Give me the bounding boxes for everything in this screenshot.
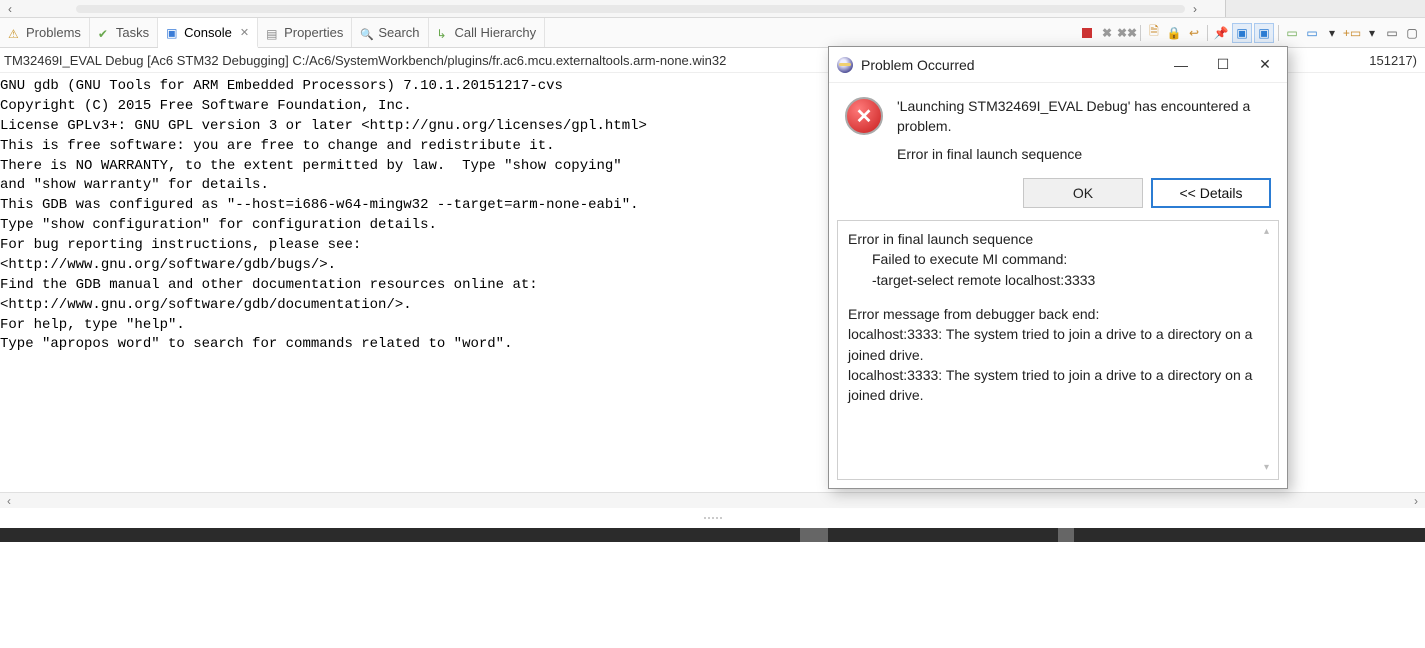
tab-properties[interactable]: Properties bbox=[258, 18, 352, 47]
sash-handle[interactable] bbox=[678, 514, 748, 522]
tab-label: Properties bbox=[284, 25, 343, 40]
dialog-titlebar[interactable]: Problem Occurred — ☐ ✕ bbox=[829, 47, 1287, 83]
tab-label: Problems bbox=[26, 25, 81, 40]
separator bbox=[1278, 25, 1279, 41]
scroll-up-arrow-icon[interactable]: ▴ bbox=[1264, 225, 1276, 240]
remove-launch-button[interactable]: ✖ bbox=[1098, 24, 1116, 42]
error-icon: ✕ bbox=[845, 97, 883, 135]
tasks-icon bbox=[98, 26, 112, 40]
stop-icon bbox=[1082, 28, 1092, 38]
tab-tasks[interactable]: Tasks bbox=[90, 18, 158, 47]
adjacent-pane-stub bbox=[1225, 0, 1425, 17]
problems-icon bbox=[8, 26, 22, 40]
new-console-dropdown-icon[interactable]: ▾ bbox=[1363, 24, 1381, 42]
button-label: OK bbox=[1073, 185, 1093, 201]
window-close-button[interactable]: ✕ bbox=[1251, 56, 1279, 73]
maximize-view-button[interactable]: ▢ bbox=[1403, 24, 1421, 42]
minimize-view-button[interactable]: ▭ bbox=[1383, 24, 1401, 42]
remove-all-button[interactable]: ✖✖ bbox=[1118, 24, 1136, 42]
tab-label: Console bbox=[184, 25, 232, 40]
status-chunk bbox=[1058, 528, 1074, 542]
tab-call-hierarchy[interactable]: Call Hierarchy bbox=[429, 18, 546, 47]
word-wrap-button[interactable]: ↩ bbox=[1185, 24, 1203, 42]
show-on-stderr-button[interactable]: ▣ bbox=[1254, 23, 1274, 43]
dialog-button-row: OK << Details bbox=[829, 170, 1287, 220]
clear-console-button[interactable]: 🗎 bbox=[1145, 24, 1163, 42]
scroll-left-arrow-icon[interactable]: ‹ bbox=[0, 494, 18, 508]
scrollbar-track[interactable] bbox=[76, 5, 1185, 13]
tab-label: Search bbox=[378, 25, 419, 40]
console-toolbar: ✖ ✖✖ 🗎 🔒 ↩ 📌 ▣ ▣ ▭ ▭ ▾ +▭ ▾ ▭ ▢ bbox=[1078, 18, 1421, 47]
button-label: << Details bbox=[1179, 185, 1242, 201]
scroll-lock-button[interactable]: 🔒 bbox=[1165, 24, 1183, 42]
show-on-stdout-button[interactable]: ▣ bbox=[1232, 23, 1252, 43]
details-vertical-scrollbar[interactable]: ▴ ▾ bbox=[1264, 225, 1276, 475]
new-console-view-button[interactable]: +▭ bbox=[1343, 24, 1361, 42]
status-chunk bbox=[800, 528, 828, 542]
scroll-left-arrow-icon[interactable]: ‹ bbox=[0, 2, 20, 16]
display-selected-console-button[interactable]: ▭ bbox=[1303, 24, 1321, 42]
status-strip bbox=[0, 528, 1425, 542]
detail-line: localhost:3333: The system tried to join… bbox=[848, 324, 1268, 365]
scroll-right-arrow-icon[interactable]: › bbox=[1407, 494, 1425, 508]
detail-line: Error message from debugger back end: bbox=[848, 304, 1268, 324]
lower-horizontal-scrollbar[interactable]: ‹ › bbox=[0, 492, 1425, 508]
tab-problems[interactable]: Problems bbox=[0, 18, 90, 47]
open-console-button[interactable]: ▭ bbox=[1283, 24, 1301, 42]
dialog-body: ✕ 'Launching STM32469I_EVAL Debug' has e… bbox=[829, 83, 1287, 170]
terminate-button[interactable] bbox=[1078, 24, 1096, 42]
window-maximize-button[interactable]: ☐ bbox=[1209, 56, 1237, 73]
search-icon bbox=[360, 26, 374, 40]
problem-occurred-dialog: Problem Occurred — ☐ ✕ ✕ 'Launching STM3… bbox=[828, 46, 1288, 489]
console-icon bbox=[166, 25, 180, 39]
detail-line: localhost:3333: The system tried to join… bbox=[848, 365, 1268, 406]
close-tab-icon[interactable]: ✕ bbox=[240, 26, 249, 39]
dialog-title: Problem Occurred bbox=[861, 57, 975, 73]
tab-label: Call Hierarchy bbox=[455, 25, 537, 40]
tab-label: Tasks bbox=[116, 25, 149, 40]
console-description-tail: 151217) bbox=[1369, 53, 1417, 68]
scroll-right-arrow-icon[interactable]: › bbox=[1185, 2, 1205, 16]
dialog-submessage: Error in final launch sequence bbox=[897, 146, 1271, 162]
window-minimize-button[interactable]: — bbox=[1167, 57, 1195, 73]
view-tabs: Problems Tasks Console ✕ Properties Sear… bbox=[0, 18, 1425, 48]
tab-console[interactable]: Console ✕ bbox=[158, 18, 258, 48]
detail-line: Error in final launch sequence bbox=[848, 229, 1268, 249]
detail-line: -target-select remote localhost:3333 bbox=[848, 270, 1268, 290]
dialog-details-pane[interactable]: Error in final launch sequence Failed to… bbox=[837, 220, 1279, 480]
properties-icon bbox=[266, 26, 280, 40]
upper-horizontal-scrollbar[interactable]: ‹ › bbox=[0, 0, 1425, 18]
pin-console-button[interactable]: 📌 bbox=[1212, 24, 1230, 42]
scroll-down-arrow-icon[interactable]: ▾ bbox=[1264, 461, 1276, 476]
detail-line: Failed to execute MI command: bbox=[848, 249, 1268, 269]
tab-search[interactable]: Search bbox=[352, 18, 428, 47]
separator bbox=[1140, 25, 1141, 41]
console-launch-description: TM32469I_EVAL Debug [Ac6 STM32 Debugging… bbox=[4, 53, 726, 68]
details-button[interactable]: << Details bbox=[1151, 178, 1271, 208]
ok-button[interactable]: OK bbox=[1023, 178, 1143, 208]
dialog-message: 'Launching STM32469I_EVAL Debug' has enc… bbox=[897, 97, 1271, 136]
console-dropdown-icon[interactable]: ▾ bbox=[1323, 24, 1341, 42]
eclipse-icon bbox=[837, 57, 853, 73]
call-hierarchy-icon bbox=[437, 26, 451, 40]
separator bbox=[1207, 25, 1208, 41]
